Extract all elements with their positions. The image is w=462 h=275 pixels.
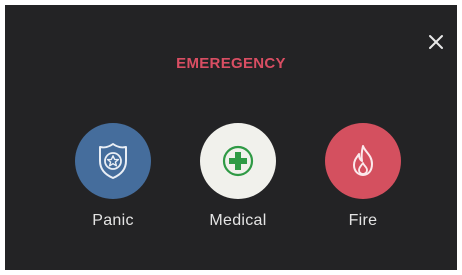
flame-icon bbox=[353, 145, 373, 176]
panic-circle[interactable] bbox=[75, 123, 151, 199]
dialog-title: EMEREGENCY bbox=[176, 55, 286, 72]
fire-label: Fire bbox=[348, 212, 378, 229]
medical-label: Medical bbox=[209, 212, 267, 229]
police-badge-icon bbox=[99, 143, 127, 179]
close-button[interactable] bbox=[425, 31, 447, 53]
medical-circle[interactable] bbox=[200, 123, 276, 199]
fire-button[interactable]: Fire bbox=[308, 123, 418, 230]
emergency-dialog: EMEREGENCY Panic Medical Fire bbox=[5, 5, 457, 270]
close-icon bbox=[429, 35, 443, 49]
panic-button[interactable]: Panic bbox=[58, 123, 168, 230]
medical-cross-icon bbox=[222, 145, 254, 177]
fire-circle[interactable] bbox=[325, 123, 401, 199]
medical-button[interactable]: Medical bbox=[183, 123, 293, 230]
panic-label: Panic bbox=[92, 212, 134, 229]
